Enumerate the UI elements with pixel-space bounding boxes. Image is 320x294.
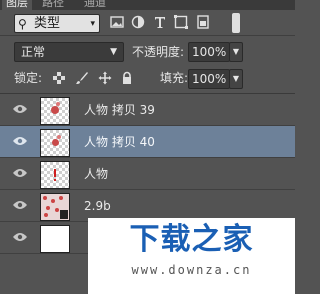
fill-field[interactable]: 100% (188, 69, 230, 89)
image-filter-icon[interactable] (110, 15, 124, 29)
shape-filter-icon[interactable] (174, 15, 188, 29)
eye-icon[interactable] (12, 135, 28, 147)
layer-thumbnail (40, 193, 70, 221)
filter-toggle-switch[interactable] (232, 13, 240, 33)
fill-label: 填充: (160, 71, 189, 85)
lock-position-icon[interactable] (98, 71, 112, 85)
adjustment-filter-icon[interactable] (131, 15, 145, 29)
tab-paths[interactable]: 路径 (38, 0, 68, 10)
panel-tab-strip: 图层 路径 通道 (0, 0, 295, 10)
filter-kind-label: 类型 (34, 16, 61, 31)
opacity-label: 不透明度: (132, 45, 185, 59)
eye-icon[interactable] (12, 167, 28, 179)
chevron-down-icon: ▼ (110, 47, 117, 57)
layer-thumbnail (40, 225, 70, 253)
layer-row-selected[interactable]: 人物 拷贝 40 (0, 126, 295, 158)
layer-name[interactable]: 2.9b (84, 198, 111, 214)
eye-icon[interactable] (12, 231, 28, 243)
lock-image-icon[interactable] (75, 71, 89, 85)
layer-row[interactable]: 人物 (0, 158, 295, 190)
watermark-url: www.downza.cn (131, 263, 252, 277)
blend-mode-label: 正常 (21, 45, 46, 59)
type-filter-icon[interactable] (153, 15, 167, 29)
layer-thumbnail (40, 97, 70, 125)
layer-name[interactable]: 人物 拷贝 39 (84, 102, 155, 118)
tab-channels[interactable]: 通道 (80, 0, 110, 10)
smart-object-filter-icon[interactable] (196, 15, 210, 29)
lock-pixels-icon[interactable] (52, 71, 66, 85)
watermark-title: 下载之家 (129, 222, 254, 257)
opacity-dropdown-button[interactable]: ▼ (229, 42, 243, 62)
eye-icon[interactable] (12, 103, 28, 115)
fill-dropdown-button[interactable]: ▼ (229, 69, 243, 89)
layer-filter-row: ⚲ 类型 ▾ (0, 10, 295, 36)
tab-layers[interactable]: 图层 (2, 0, 32, 10)
layer-name[interactable]: 人物 拷贝 40 (84, 134, 155, 150)
lock-label: 锁定: (14, 71, 43, 85)
layer-row[interactable]: 人物 拷贝 39 (0, 94, 295, 126)
layer-thumbnail (40, 161, 70, 189)
search-icon: ⚲ (18, 17, 27, 31)
blend-mode-select[interactable]: 正常 ▼ (14, 42, 124, 62)
eye-icon[interactable] (12, 199, 28, 211)
layer-thumbnail (40, 129, 70, 157)
opacity-field[interactable]: 100% (188, 42, 230, 62)
lock-all-icon[interactable] (120, 71, 134, 85)
layer-name[interactable]: 人物 (84, 166, 108, 182)
filter-kind-select[interactable]: ⚲ 类型 ▾ (14, 14, 100, 33)
chevron-down-icon: ▾ (90, 19, 95, 29)
